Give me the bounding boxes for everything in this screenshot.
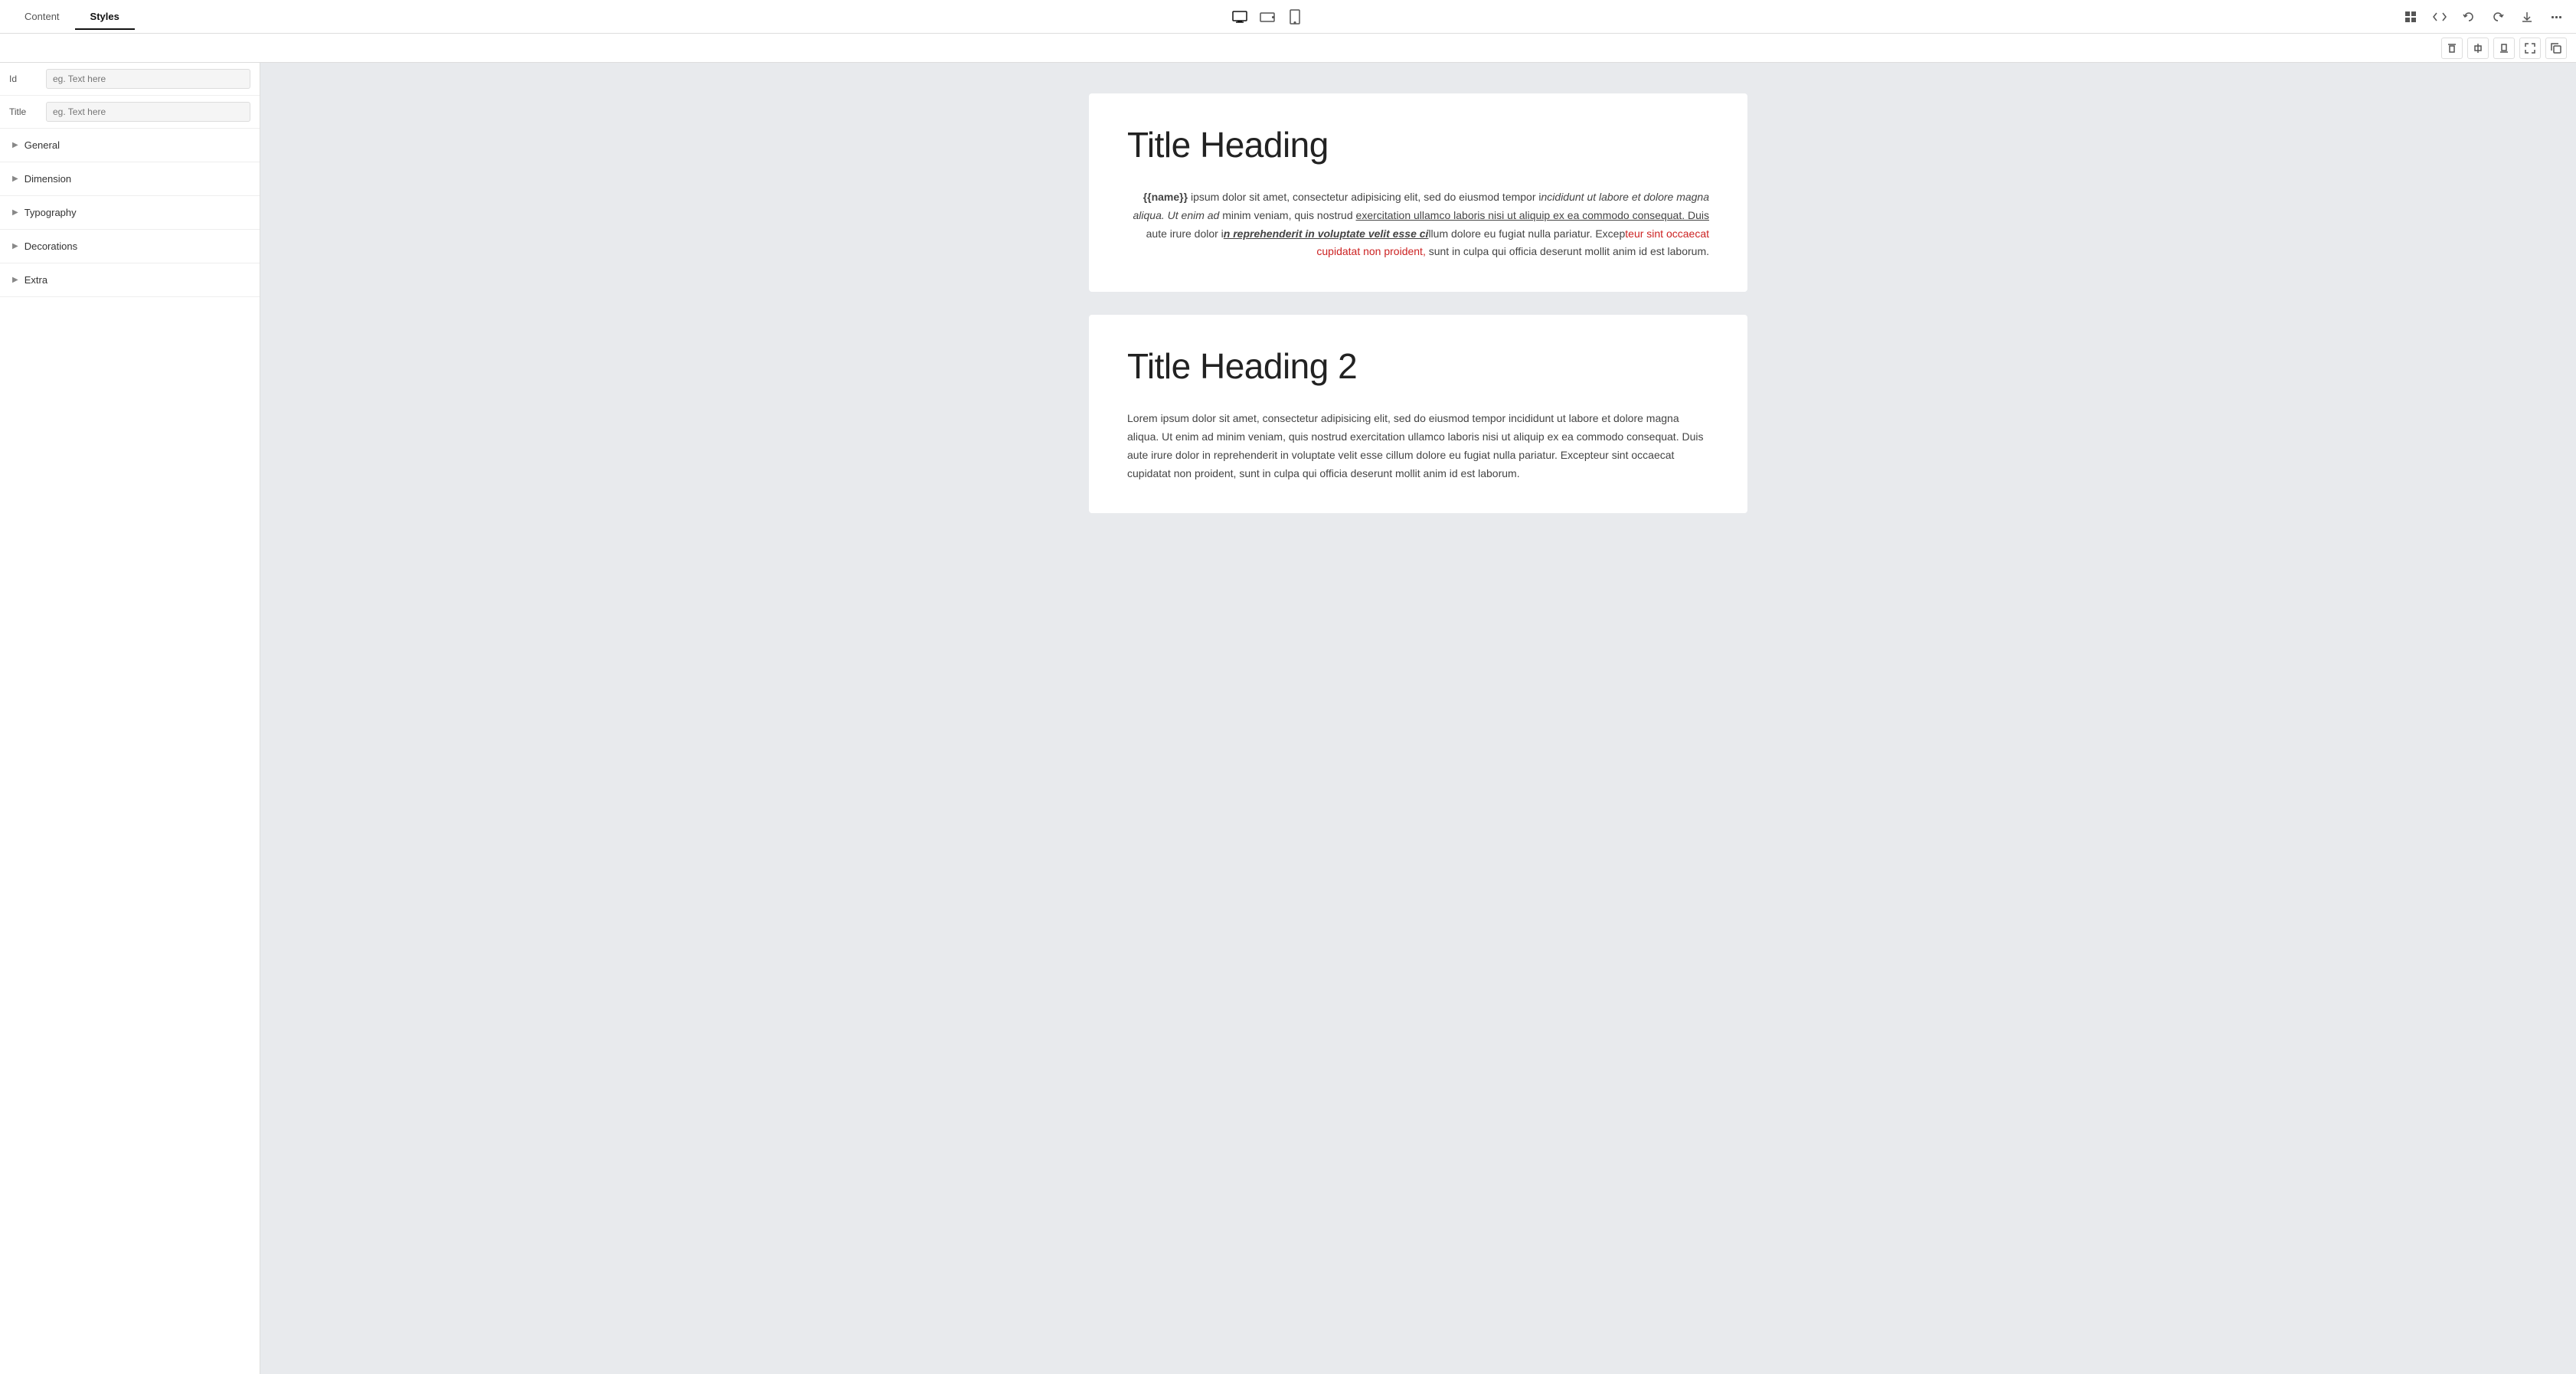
card1-text-3: aute irure dolor i <box>1146 227 1224 240</box>
toolbar-tabs: Content Styles <box>9 4 135 29</box>
chevron-right-icon: ▶ <box>12 208 18 217</box>
main-layout: Id Title ▶ General ▶ Dimension ▶ Typog <box>0 63 2576 1374</box>
chevron-right-icon: ▶ <box>12 141 18 149</box>
accordion-typography-header[interactable]: ▶ Typography <box>0 196 260 229</box>
title-label: Title <box>9 106 40 117</box>
desktop-device-btn[interactable] <box>1229 6 1250 28</box>
toolbar-right-actions <box>2400 6 2567 28</box>
card1-text-5: sunt in culpa qui officia deserunt molli… <box>1426 245 1709 257</box>
grid-icon[interactable] <box>2400 6 2421 28</box>
device-switcher <box>1229 6 1306 28</box>
accordion-decorations-label: Decorations <box>25 240 77 252</box>
left-panel: Id Title ▶ General ▶ Dimension ▶ Typog <box>0 63 260 1374</box>
undo-icon[interactable] <box>2458 6 2480 28</box>
card1-text-bold: {{name}} <box>1143 191 1188 203</box>
more-icon[interactable] <box>2545 6 2567 28</box>
accordion-extra-label: Extra <box>25 274 47 286</box>
content-card-2: Title Heading 2 Lorem ipsum dolor sit am… <box>1089 315 1747 513</box>
redo-icon[interactable] <box>2487 6 2509 28</box>
tab-styles[interactable]: Styles <box>75 5 135 30</box>
expand-btn[interactable] <box>2519 38 2541 59</box>
content-area: Title Heading {{name}} ipsum dolor sit a… <box>260 63 2576 1374</box>
download-icon[interactable] <box>2516 6 2538 28</box>
accordion-extra: ▶ Extra <box>0 263 260 297</box>
accordion-decorations: ▶ Decorations <box>0 230 260 263</box>
chevron-right-icon: ▶ <box>12 276 18 284</box>
align-bottom-btn[interactable] <box>2493 38 2515 59</box>
tablet-landscape-device-btn[interactable] <box>1257 6 1278 28</box>
accordion-general: ▶ General <box>0 129 260 162</box>
accordion-typography: ▶ Typography <box>0 196 260 230</box>
card1-text-4: llum dolore eu fugiat nulla pariatur. Ex… <box>1428 227 1625 240</box>
card1-text-1: ipsum dolor sit amet, consectetur adipis… <box>1188 191 1541 203</box>
accordion-dimension: ▶ Dimension <box>0 162 260 196</box>
accordion-dimension-label: Dimension <box>25 173 71 185</box>
card1-text-2: minim veniam, quis nostrud <box>1219 209 1355 221</box>
card2-title: Title Heading 2 <box>1127 345 1709 387</box>
title-field-row: Title <box>0 96 260 129</box>
code-icon[interactable] <box>2429 6 2450 28</box>
tab-content[interactable]: Content <box>9 5 75 30</box>
card1-title: Title Heading <box>1127 124 1709 165</box>
chevron-right-icon: ▶ <box>12 242 18 250</box>
content-card-1: Title Heading {{name}} ipsum dolor sit a… <box>1089 93 1747 292</box>
accordion-dimension-header[interactable]: ▶ Dimension <box>0 162 260 195</box>
accordion-typography-label: Typography <box>25 207 77 218</box>
id-label: Id <box>9 74 40 84</box>
accordion-extra-header[interactable]: ▶ Extra <box>0 263 260 296</box>
accordion-decorations-header[interactable]: ▶ Decorations <box>0 230 260 263</box>
align-center-btn[interactable] <box>2467 38 2489 59</box>
id-field-row: Id <box>0 63 260 96</box>
accordion-general-header[interactable]: ▶ General <box>0 129 260 162</box>
alignment-toolbar <box>0 34 2576 63</box>
accordion-general-label: General <box>25 139 60 151</box>
title-input[interactable] <box>46 102 250 122</box>
card1-text-underline: exercitation ullamco laboris nisi ut ali… <box>1356 209 1709 221</box>
top-toolbar: Content Styles <box>0 0 2576 34</box>
card1-body: {{name}} ipsum dolor sit amet, consectet… <box>1127 188 1709 261</box>
tablet-portrait-device-btn[interactable] <box>1284 6 1306 28</box>
id-input[interactable] <box>46 69 250 89</box>
copy-btn[interactable] <box>2545 38 2567 59</box>
align-top-btn[interactable] <box>2441 38 2463 59</box>
card1-text-bold-italic-underline: n reprehenderit in voluptate velit esse … <box>1224 227 1429 240</box>
chevron-right-icon: ▶ <box>12 175 18 183</box>
card2-body: Lorem ipsum dolor sit amet, consectetur … <box>1127 410 1709 483</box>
